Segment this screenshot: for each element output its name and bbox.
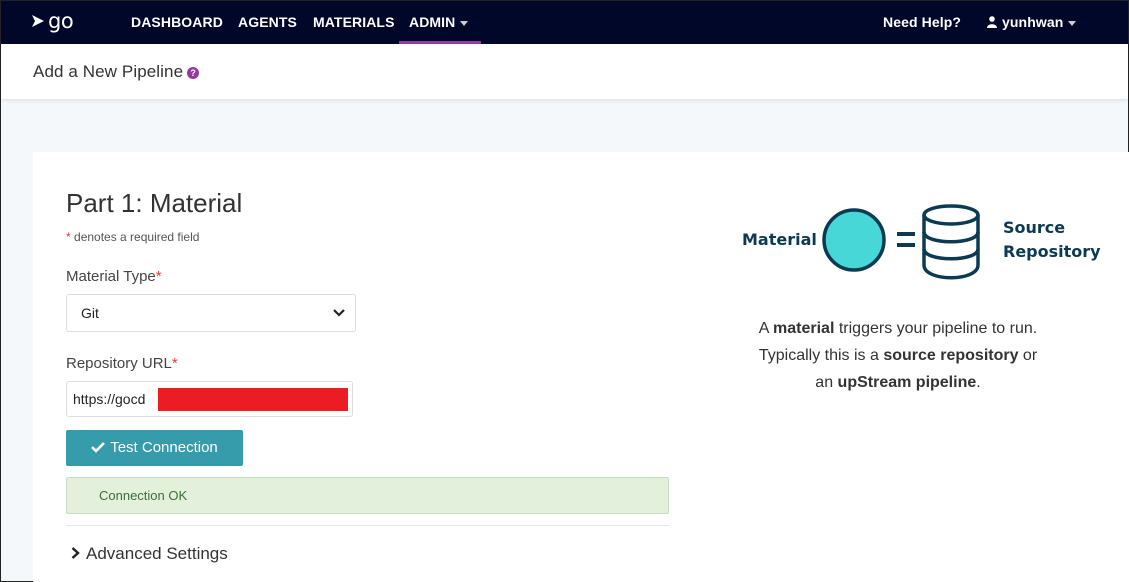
repository-url-value: https://gocd <box>73 391 146 407</box>
required-star: * <box>171 355 178 372</box>
repository-url-label: Repository URL* <box>66 355 178 372</box>
explanation-line-2: Typically this is a source repository or <box>733 342 1063 369</box>
nav-admin-label: ADMIN <box>409 14 456 30</box>
repository-url-label-text: Repository URL <box>66 355 172 372</box>
diagram-repository-label: Repository <box>1003 242 1101 261</box>
required-note-text: denotes a required field <box>74 230 200 244</box>
material-panel: Part 1: Material * denotes a required fi… <box>33 152 1129 582</box>
text: . <box>976 374 981 391</box>
material-type-label: Material Type* <box>66 268 162 285</box>
material-type-value: Git <box>81 305 99 321</box>
nav-materials[interactable]: MATERIALS <box>313 1 395 44</box>
equals-icon <box>897 232 915 247</box>
logo-text: go <box>48 9 74 33</box>
material-circle-icon <box>822 208 886 272</box>
question-circle-icon[interactable]: ? <box>187 67 200 79</box>
material-equals-repository-graphic <box>822 204 980 280</box>
play-arrow-icon <box>32 15 44 27</box>
text: or <box>1018 347 1038 364</box>
required-note: * denotes a required field <box>66 230 199 244</box>
page-header: Add a New Pipeline? <box>1 44 1128 99</box>
bold-term: upStream pipeline <box>837 374 977 391</box>
user-icon <box>987 16 997 28</box>
material-type-label-text: Material Type <box>66 268 156 285</box>
text: Typically this is a <box>758 347 884 364</box>
divider <box>66 525 669 526</box>
diagram-source-label: Source <box>1003 218 1066 237</box>
database-icon <box>922 204 980 280</box>
check-icon <box>91 442 106 453</box>
chevron-right-icon <box>71 547 80 559</box>
required-star: * <box>66 230 71 244</box>
user-menu[interactable]: yunhwan <box>987 1 1077 44</box>
nav-admin[interactable]: ADMIN <box>398 1 482 44</box>
text: an <box>815 374 838 391</box>
nav-agents[interactable]: AGENTS <box>238 1 297 44</box>
chevron-down-icon <box>333 309 345 317</box>
test-connection-label: Test Connection <box>110 439 218 456</box>
diagram-material-label: Material <box>742 230 817 249</box>
repository-url-input[interactable]: https://gocd <box>66 381 353 417</box>
bold-term: material <box>773 320 835 337</box>
caret-down-icon <box>460 20 469 26</box>
material-type-select[interactable]: Git <box>66 294 356 332</box>
explanation-line-1: A material triggers your pipeline to run… <box>733 315 1063 342</box>
top-navbar: go DASHBOARD AGENTS MATERIALS ADMIN Need… <box>1 1 1128 44</box>
text: triggers your pipeline to run. <box>834 320 1038 337</box>
text: A <box>758 320 774 337</box>
advanced-settings-label: Advanced Settings <box>86 544 228 563</box>
nav-dashboard[interactable]: DASHBOARD <box>131 1 223 44</box>
explanation-line-3: an upStream pipeline. <box>733 369 1063 396</box>
advanced-settings-toggle[interactable]: Advanced Settings <box>71 544 228 564</box>
required-star: * <box>155 268 162 285</box>
page-title: Add a New Pipeline? <box>33 62 200 82</box>
test-connection-button[interactable]: Test Connection <box>66 430 243 466</box>
connection-status-alert: Connection OK <box>66 477 669 514</box>
material-explanation: A material triggers your pipeline to run… <box>733 315 1063 396</box>
caret-down-icon <box>1068 20 1077 26</box>
redaction-bar <box>158 388 348 411</box>
section-title: Part 1: Material <box>66 188 243 218</box>
gocd-logo[interactable]: go <box>30 9 74 33</box>
user-name: yunhwan <box>1002 14 1064 30</box>
page-title-text: Add a New Pipeline <box>33 62 184 81</box>
need-help-link[interactable]: Need Help? <box>883 1 961 44</box>
bold-term: source repository <box>883 347 1019 364</box>
